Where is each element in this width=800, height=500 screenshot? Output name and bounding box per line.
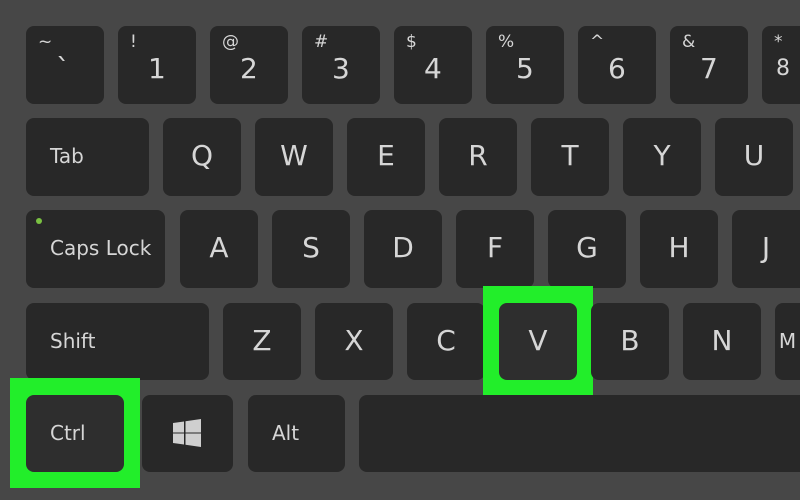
key-r[interactable]: R (439, 118, 517, 196)
key-label: N (711, 323, 733, 357)
key-x[interactable]: X (315, 303, 393, 380)
key-m[interactable]: M (775, 303, 800, 380)
key-s[interactable]: S (272, 210, 350, 288)
key-f[interactable]: F (456, 210, 534, 288)
key-label: A (209, 231, 229, 264)
key-label: 6 (608, 52, 626, 85)
key-label: H (668, 231, 690, 264)
key-u[interactable]: U (715, 118, 793, 196)
key-label: Tab (50, 144, 84, 168)
key-2[interactable]: @2 (210, 26, 288, 104)
key-secondary-label: # (314, 32, 329, 52)
key-caps-lock[interactable]: Caps Lock (26, 210, 165, 288)
key-label: Y (653, 139, 671, 172)
key-z[interactable]: Z (223, 303, 301, 380)
key-label: C (436, 323, 456, 357)
key-label: W (280, 139, 308, 172)
key-label: M (778, 328, 797, 353)
key-1[interactable]: ! 1 (118, 26, 196, 104)
key-h[interactable]: H (640, 210, 718, 288)
key-secondary-label: @ (222, 32, 239, 52)
key-d[interactable]: D (364, 210, 442, 288)
key-label: Shift (50, 328, 96, 353)
key-b[interactable]: B (591, 303, 669, 380)
key-6[interactable]: ^ 6 (578, 26, 656, 104)
key-label: G (576, 231, 598, 264)
key-y[interactable]: Y (623, 118, 701, 196)
key--[interactable]: ~ ` (26, 26, 104, 104)
key-alt[interactable]: Alt (248, 395, 345, 472)
key-label: J (761, 231, 771, 264)
key-label: X (344, 323, 364, 357)
key-label: V (528, 323, 548, 357)
key-secondary-label: $ (406, 32, 417, 52)
key-t[interactable]: T (531, 118, 609, 196)
key-secondary-label: & (682, 32, 696, 52)
key-label: F (486, 231, 504, 264)
key-label: 7 (700, 52, 718, 85)
key-label: T (561, 139, 579, 172)
windows-icon (173, 419, 201, 451)
key-w[interactable]: W (255, 118, 333, 196)
key-g[interactable]: G (548, 210, 626, 288)
key-j[interactable]: J (732, 210, 800, 288)
key-label: ` (56, 52, 70, 85)
key-label: Z (252, 323, 272, 357)
key-q[interactable]: Q (163, 118, 241, 196)
caps-lock-indicator-icon (36, 218, 42, 224)
key-secondary-label: ! (130, 32, 137, 52)
key-label: 3 (332, 52, 350, 85)
key-shift[interactable]: Shift (26, 303, 209, 380)
key-secondary-label: ^ (590, 32, 605, 52)
key-secondary-label: ~ (38, 32, 53, 52)
key-ctrl[interactable]: Ctrl (26, 395, 124, 472)
key-a[interactable]: A (180, 210, 258, 288)
key-4[interactable]: $4 (394, 26, 472, 104)
key-v[interactable]: V (499, 303, 577, 380)
key-secondary-label: * (774, 32, 783, 52)
key-label: Ctrl (50, 420, 86, 445)
key-label: S (302, 231, 320, 264)
keyboard: ~ `! 1 @2 #3 $4% 5 ^ 6 & 7 * 8 Tab Q W E R T Y U Caps Lock A S D… (0, 0, 800, 500)
key-tab[interactable]: Tab (26, 118, 149, 196)
key-label: 5 (516, 52, 534, 85)
key-label: 4 (424, 52, 442, 85)
key-e[interactable]: E (347, 118, 425, 196)
key-space[interactable] (359, 395, 800, 472)
key-n[interactable]: N (683, 303, 761, 380)
key-7[interactable]: & 7 (670, 26, 748, 104)
key-8[interactable]: * 8 (762, 26, 800, 104)
key-windows[interactable] (142, 395, 233, 472)
key-label: 8 (776, 56, 790, 81)
key-c[interactable]: C (407, 303, 485, 380)
key-secondary-label: % (498, 32, 515, 52)
key-label: E (377, 139, 395, 172)
key-label: B (620, 323, 640, 357)
key-3[interactable]: #3 (302, 26, 380, 104)
key-5[interactable]: % 5 (486, 26, 564, 104)
key-label: 2 (240, 52, 258, 85)
key-label: Alt (272, 420, 300, 445)
key-label: R (468, 139, 488, 172)
key-label: U (743, 139, 765, 172)
key-label: 1 (148, 52, 166, 85)
key-label: D (392, 231, 414, 264)
key-label: Caps Lock (50, 236, 152, 260)
key-label: Q (190, 139, 214, 172)
